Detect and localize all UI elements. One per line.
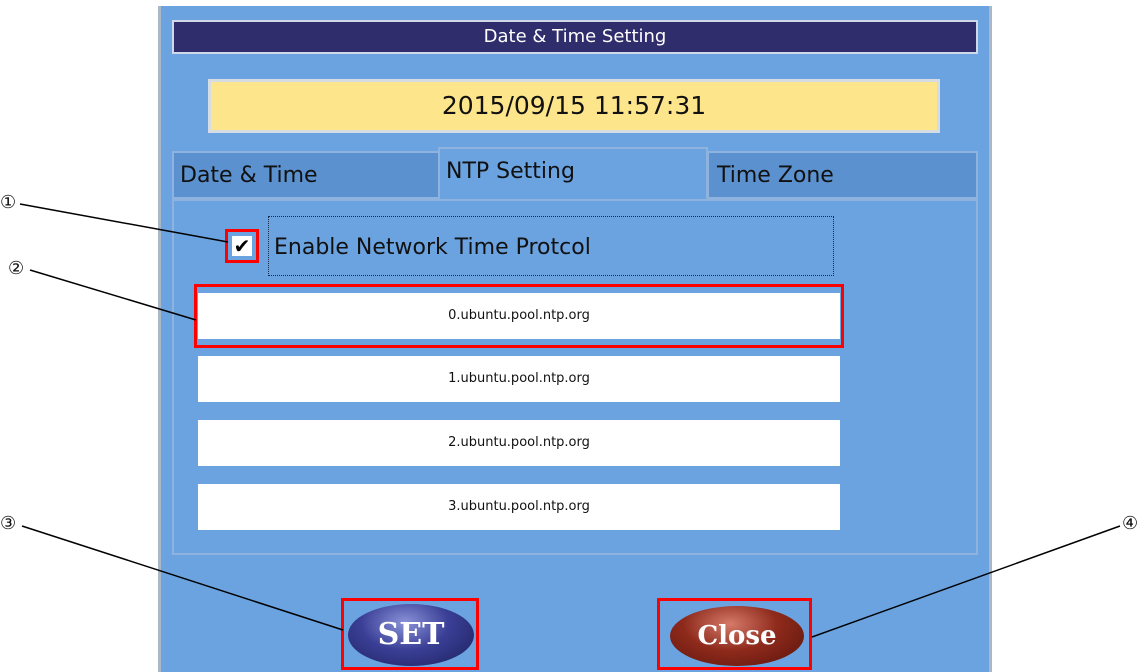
callout-line-1 bbox=[19, 203, 229, 243]
callout-marker-2: ② bbox=[8, 258, 25, 279]
callout-marker-4: ④ bbox=[1122, 513, 1139, 534]
callout-line-2 bbox=[29, 269, 197, 321]
callout-marker-1: ① bbox=[0, 192, 17, 213]
callout-lines bbox=[19, 203, 1121, 638]
callout-line-4 bbox=[811, 525, 1121, 638]
callout-marker-3: ③ bbox=[0, 513, 17, 534]
callout-line-3 bbox=[21, 525, 344, 631]
